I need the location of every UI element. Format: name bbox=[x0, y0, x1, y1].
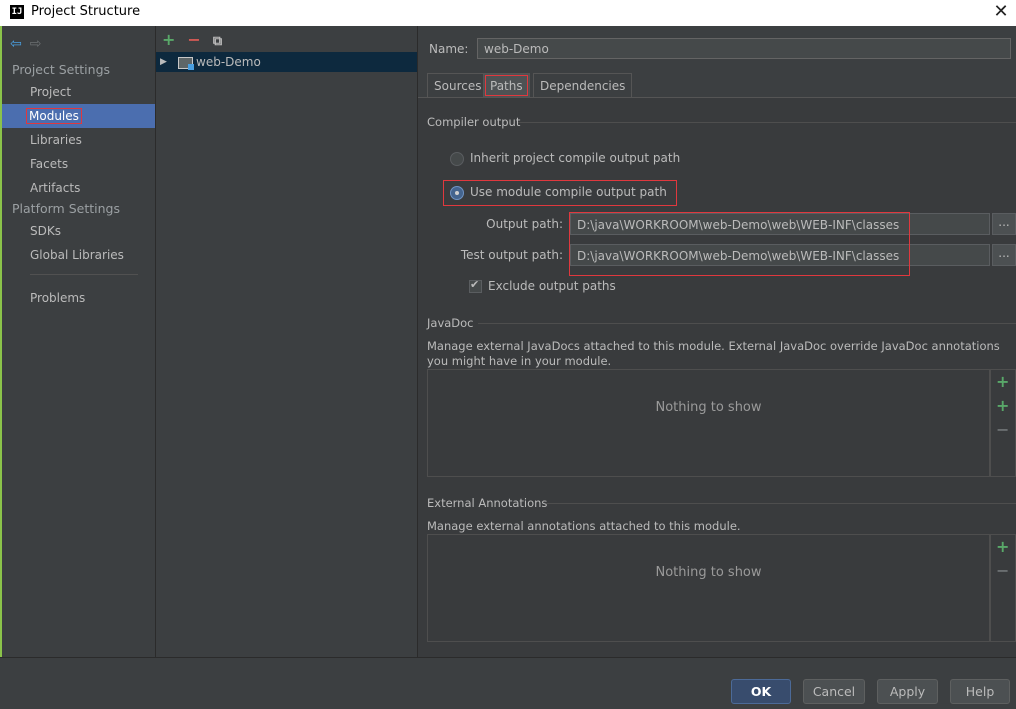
dialog-button-bar: OK Cancel Apply Help bbox=[0, 657, 1016, 709]
sidebar-item-problems[interactable]: Problems bbox=[2, 286, 155, 310]
back-arrow-icon[interactable]: ⇦ bbox=[10, 36, 22, 52]
tab-sources[interactable]: Sources bbox=[427, 73, 489, 98]
sidebar-item-sdks[interactable]: SDKs bbox=[2, 219, 155, 243]
inherit-output-label: Inherit project compile output path bbox=[470, 151, 681, 165]
title-bar: IJ Project Structure ✕ bbox=[0, 0, 1016, 26]
add-annotation-icon[interactable]: + bbox=[996, 537, 1009, 556]
remove-icon[interactable]: − bbox=[187, 30, 200, 49]
compiler-output-title: Compiler output bbox=[427, 115, 521, 129]
platform-settings-header: Platform Settings bbox=[12, 201, 120, 216]
help-button[interactable]: Help bbox=[950, 679, 1010, 704]
javadoc-empty-text: Nothing to show bbox=[655, 400, 762, 415]
sidebar-item-modules[interactable]: Modules bbox=[2, 104, 155, 128]
sidebar-item-artifacts[interactable]: Artifacts bbox=[2, 176, 155, 200]
module-tree-panel: + − ⧉ ▶ web-Demo bbox=[156, 26, 418, 657]
apply-button[interactable]: Apply bbox=[877, 679, 938, 704]
close-window-button[interactable]: ✕ bbox=[986, 0, 1016, 26]
external-annotations-title: External Annotations bbox=[427, 496, 548, 510]
sidebar-item-facets[interactable]: Facets bbox=[2, 152, 155, 176]
javadoc-list-toolbar: + + − bbox=[990, 369, 1016, 477]
module-folder-icon bbox=[178, 57, 194, 70]
javadoc-description: Manage external JavaDocs attached to thi… bbox=[427, 339, 1000, 368]
name-label: Name: bbox=[429, 42, 469, 56]
expand-arrow-icon[interactable]: ▶ bbox=[160, 52, 167, 72]
project-settings-header: Project Settings bbox=[12, 62, 111, 77]
output-path-label: Output path: bbox=[486, 217, 563, 231]
sidebar-item-project[interactable]: Project bbox=[2, 80, 155, 104]
javadoc-title: JavaDoc bbox=[427, 316, 474, 330]
javadoc-list[interactable]: Nothing to show bbox=[427, 369, 990, 477]
settings-sidebar: ⇦ ⇨ Project Settings Project Modules Libr… bbox=[2, 26, 156, 657]
ok-button[interactable]: OK bbox=[731, 679, 791, 704]
tab-dependencies[interactable]: Dependencies bbox=[533, 73, 633, 98]
remove-javadoc-icon[interactable]: − bbox=[996, 420, 1009, 439]
external-annotations-list[interactable]: Nothing to show bbox=[427, 534, 990, 642]
external-annotations-separator bbox=[546, 503, 1016, 504]
exclude-output-checkbox[interactable] bbox=[469, 278, 482, 293]
tree-item-label: web-Demo bbox=[196, 55, 261, 69]
nav-arrows: ⇦ ⇨ bbox=[10, 36, 49, 52]
output-path-browse-button[interactable]: ... bbox=[992, 213, 1016, 235]
test-output-path-browse-button[interactable]: ... bbox=[992, 244, 1016, 266]
add-icon[interactable]: + bbox=[162, 30, 175, 49]
tab-paths[interactable]: Paths bbox=[483, 73, 530, 98]
tree-item-web-demo[interactable]: ▶ web-Demo bbox=[156, 52, 417, 72]
test-output-path-label: Test output path: bbox=[460, 248, 563, 262]
external-annotations-description: Manage external annotations attached to … bbox=[427, 519, 741, 533]
external-annotations-empty-text: Nothing to show bbox=[655, 565, 762, 580]
tree-toolbar: + − ⧉ bbox=[162, 30, 234, 49]
cancel-button[interactable]: Cancel bbox=[803, 679, 865, 704]
copy-icon[interactable]: ⧉ bbox=[213, 34, 222, 49]
sidebar-divider bbox=[30, 274, 138, 275]
inherit-output-radio[interactable] bbox=[450, 152, 464, 166]
intellij-app-icon: IJ bbox=[10, 5, 24, 19]
module-name-input[interactable]: web-Demo bbox=[477, 38, 1011, 59]
remove-annotation-icon[interactable]: − bbox=[996, 561, 1009, 580]
sidebar-item-libraries[interactable]: Libraries bbox=[2, 128, 155, 152]
use-module-output-label: Use module compile output path bbox=[470, 185, 667, 199]
sidebar-item-global-libraries[interactable]: Global Libraries bbox=[2, 243, 155, 267]
compiler-output-separator bbox=[518, 122, 1016, 123]
highlight-box-paths bbox=[569, 212, 910, 276]
use-module-output-radio[interactable] bbox=[450, 186, 464, 200]
external-annotations-list-toolbar: + − bbox=[990, 534, 1016, 642]
window-title: Project Structure bbox=[31, 4, 141, 19]
module-settings-panel: Name: web-Demo Sources Paths Dependencie… bbox=[418, 26, 1016, 657]
javadoc-separator bbox=[478, 323, 1016, 324]
forward-arrow-icon[interactable]: ⇨ bbox=[30, 36, 42, 52]
paths-tab-body: Compiler output Inherit project compile … bbox=[418, 98, 1016, 657]
close-icon: ✕ bbox=[993, 1, 1009, 22]
add-javadoc-url-icon[interactable]: + bbox=[996, 396, 1009, 415]
exclude-output-label: Exclude output paths bbox=[488, 279, 616, 293]
add-javadoc-icon[interactable]: + bbox=[996, 372, 1009, 391]
